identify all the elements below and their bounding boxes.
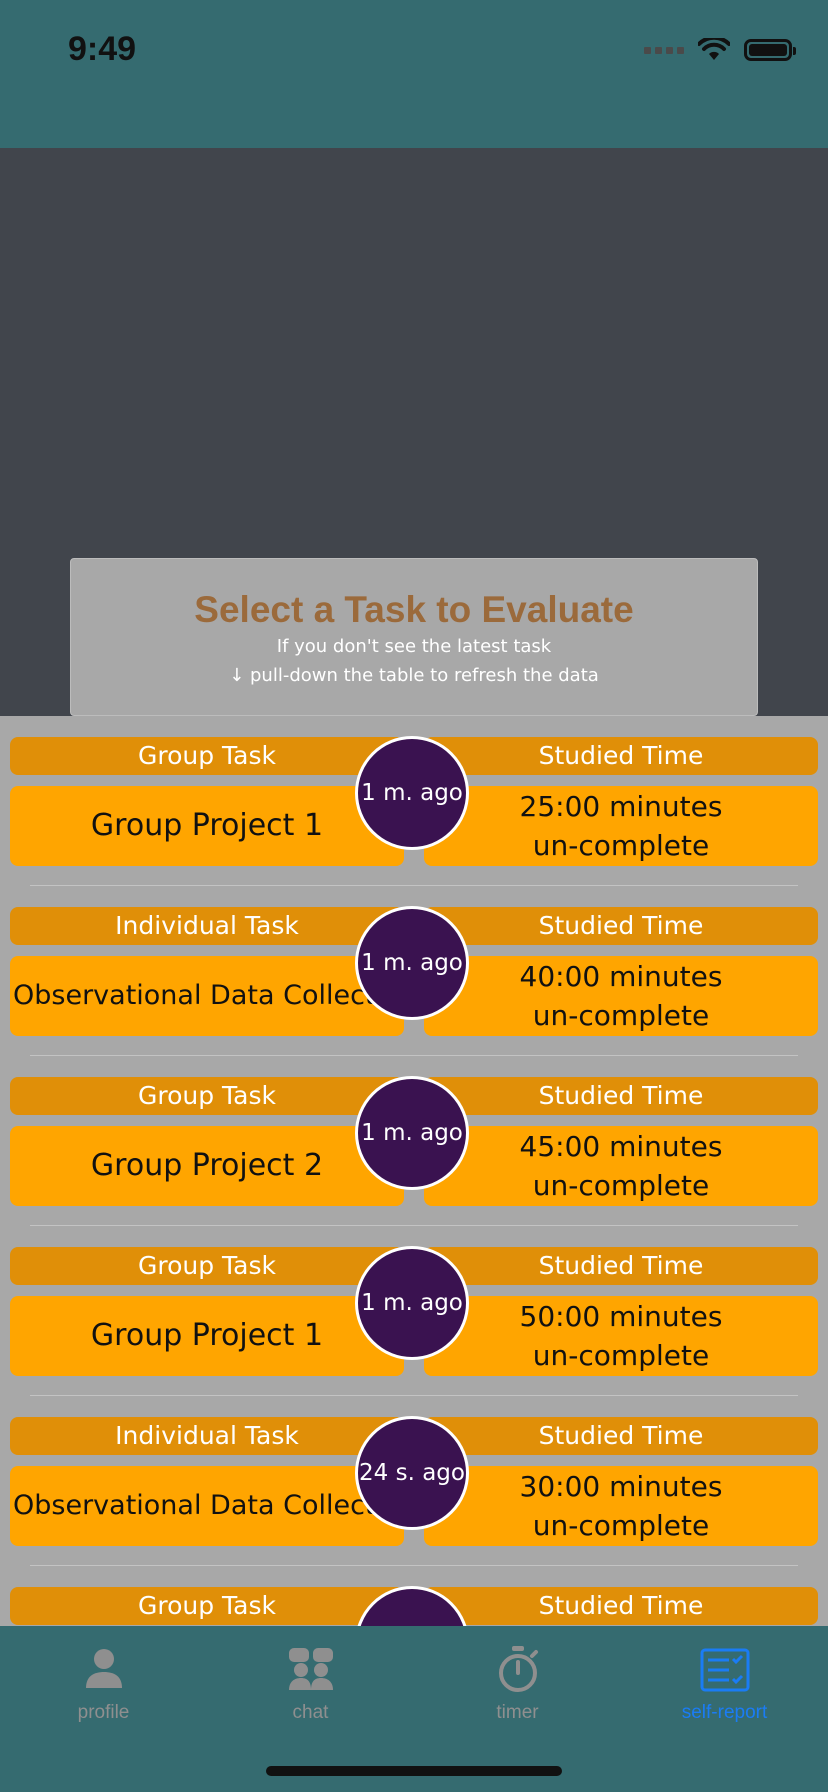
report-icon <box>700 1648 749 1692</box>
tab-self-report[interactable]: self-report <box>621 1626 828 1792</box>
status-bar: 9:49 <box>0 0 828 148</box>
table-row[interactable]: Group Task Studied Time Group Project 2 … <box>0 1056 828 1226</box>
duration-text: 25:00 minutes <box>519 790 723 823</box>
time-ago-badge: 1 m. ago <box>355 906 469 1020</box>
task-table[interactable]: Group Task Studied Time Group Project 1 … <box>0 716 828 1626</box>
tab-label: profile <box>77 1702 130 1723</box>
time-ago-badge: 1 m. ago <box>355 1246 469 1360</box>
tab-profile[interactable]: profile <box>0 1626 207 1792</box>
studied-time-value: 40:00 minutes un-complete <box>424 956 818 1036</box>
studied-time-label: Studied Time <box>424 1417 818 1455</box>
studied-time-label: Studied Time <box>424 1247 818 1285</box>
tab-label: chat <box>292 1702 329 1723</box>
studied-time-label: Studied Time <box>424 1587 818 1625</box>
wifi-icon <box>698 38 730 60</box>
header-subtitle-line2: ↓ pull-down the table to refresh the dat… <box>229 665 599 686</box>
studied-time-value: 30:00 minutes un-complete <box>424 1466 818 1546</box>
studied-time-label: Studied Time <box>424 907 818 945</box>
group-chat-icon <box>288 1648 333 1690</box>
task-type-label: Group Task <box>10 1247 404 1285</box>
table-row[interactable]: Individual Task Studied Time Observation… <box>0 1396 828 1566</box>
studied-time-value: 45:00 minutes un-complete <box>424 1126 818 1206</box>
table-row[interactable]: Individual Task Studied Time Observation… <box>0 886 828 1056</box>
page-title: Select a Task to Evaluate <box>194 589 634 630</box>
table-row[interactable]: Group Task Studied Time Group Project 1 … <box>0 716 828 886</box>
task-type-label: Individual Task <box>10 1417 404 1455</box>
tab-label: timer <box>496 1702 539 1723</box>
task-name: Group Project 1 <box>10 1296 404 1376</box>
time-ago-badge: 24 s. ago <box>355 1416 469 1530</box>
duration-text: 40:00 minutes <box>519 960 723 993</box>
table-row[interactable]: Group Task Studied Time <box>0 1566 828 1626</box>
system-icons <box>644 36 796 64</box>
studied-time-label: Studied Time <box>424 737 818 775</box>
cellular-signal-icon <box>644 46 684 54</box>
status-text: un-complete <box>532 1169 710 1202</box>
studied-time-value: 25:00 minutes un-complete <box>424 786 818 866</box>
status-text: un-complete <box>532 1509 710 1542</box>
task-type-label: Group Task <box>10 1587 404 1625</box>
tab-label: self-report <box>681 1702 768 1723</box>
time-ago-badge: 1 m. ago <box>355 1076 469 1190</box>
table-row[interactable]: Group Task Studied Time Group Project 1 … <box>0 1226 828 1396</box>
evaluate-header-card: Select a Task to Evaluate If you don't s… <box>70 558 758 716</box>
task-name: Observational Data Collection <box>10 1466 404 1546</box>
status-text: un-complete <box>532 1339 710 1372</box>
task-type-label: Group Task <box>10 737 404 775</box>
stopwatch-icon <box>498 1646 538 1692</box>
task-type-label: Individual Task <box>10 907 404 945</box>
person-icon <box>85 1649 122 1688</box>
header-subtitle-line1: If you don't see the latest task <box>276 636 552 657</box>
status-text: un-complete <box>532 999 710 1032</box>
studied-time-value: 50:00 minutes un-complete <box>424 1296 818 1376</box>
task-name: Observational Data Collection <box>10 956 404 1036</box>
task-name: Group Project 1 <box>10 786 404 866</box>
time-ago-badge: 1 m. ago <box>355 736 469 850</box>
battery-icon <box>744 39 796 61</box>
status-time: 9:49 <box>68 30 137 68</box>
task-type-label: Group Task <box>10 1077 404 1115</box>
duration-text: 45:00 minutes <box>519 1130 723 1163</box>
duration-text: 50:00 minutes <box>519 1300 723 1333</box>
status-text: un-complete <box>532 829 710 862</box>
home-indicator[interactable] <box>266 1766 562 1776</box>
task-name: Group Project 2 <box>10 1126 404 1206</box>
duration-text: 30:00 minutes <box>519 1470 723 1503</box>
studied-time-label: Studied Time <box>424 1077 818 1115</box>
